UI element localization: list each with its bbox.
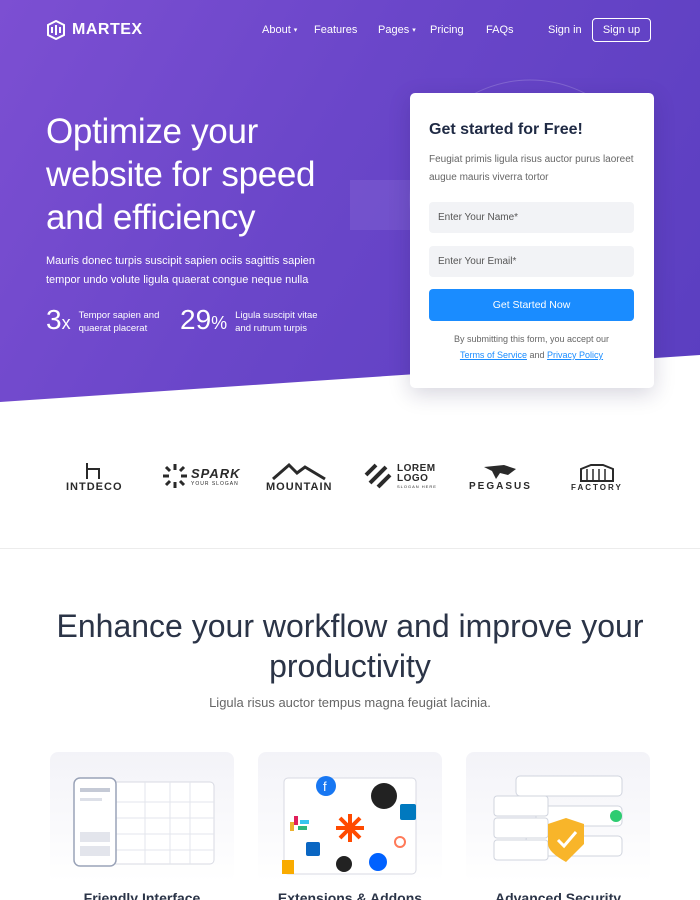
stat-speed: 3x Tempor sapien and quaerat placerat xyxy=(46,303,169,340)
features-subtitle: Ligula risus auctor tempus magna feugiat… xyxy=(209,695,491,710)
hero-title: Optimize your website for speed and effi… xyxy=(46,112,316,237)
brand-pegasus: PEGASUS xyxy=(469,461,532,492)
brand-mountain: MOUNTAIN xyxy=(266,461,332,493)
feature-card-interface xyxy=(50,752,234,882)
pegasus-logo-icon xyxy=(484,465,517,479)
get-started-button[interactable]: Get Started Now xyxy=(429,289,634,321)
features-title: Enhance your workflow and improve your p… xyxy=(56,608,644,684)
brand-logo[interactable]: MARTEX xyxy=(46,20,143,40)
mountain-logo-icon xyxy=(272,462,327,481)
brand-logos-row: INTDECO SPARK YOUR SLOGAN MOUNTAIN LOREM… xyxy=(0,455,700,505)
stat-value: 29% xyxy=(180,304,228,335)
nav-about[interactable]: About ▾ xyxy=(262,24,297,36)
sign-in-link[interactable]: Sign in xyxy=(548,24,582,36)
factory-logo-icon xyxy=(579,464,614,482)
feature-card-security xyxy=(466,752,650,882)
stat-label: Tempor sapien and quaerat placerat xyxy=(78,309,160,334)
privacy-policy-link[interactable]: Privacy Policy xyxy=(547,350,603,360)
sign-up-button[interactable]: Sign up xyxy=(592,18,651,42)
top-navigation: MARTEX About ▾ Features Pages ▾ Pricing … xyxy=(0,0,700,62)
hero-description: Mauris donec turpis suscipit sapien ocii… xyxy=(46,255,316,286)
lorem-logo-icon xyxy=(364,463,392,489)
brand-name: PEGASUS xyxy=(469,481,532,492)
nav-features[interactable]: Features xyxy=(314,24,357,36)
brand-slogan: SLOGAN HERE xyxy=(397,483,437,489)
brand-name: INTDECO xyxy=(66,481,123,493)
feature-title: Advanced Security xyxy=(494,890,622,900)
nav-pricing[interactable]: Pricing xyxy=(430,24,464,36)
brand-name: MOUNTAIN xyxy=(266,481,333,493)
email-field[interactable] xyxy=(429,246,634,277)
brand-lorem-logo: LOREM LOGO SLOGAN HERE xyxy=(364,463,437,489)
brand-name: MARTEX xyxy=(72,21,143,38)
feature-card-extensions: f xyxy=(258,752,442,882)
name-field[interactable] xyxy=(429,202,634,233)
intdeco-logo-icon xyxy=(86,463,101,479)
nav-faqs-label: FAQs xyxy=(486,24,514,36)
brand-name: LOREM LOGO xyxy=(397,462,436,484)
form-description: Feugiat primis ligula risus auctor purus… xyxy=(429,154,634,183)
section-divider xyxy=(0,548,700,549)
svg-text:f: f xyxy=(323,779,327,794)
signup-form-card: Get started for Free! Feugiat primis lig… xyxy=(410,93,654,388)
brand-factory: FACTORY xyxy=(571,461,623,492)
extensions-illustration: f xyxy=(282,776,417,875)
terms-and: and xyxy=(529,350,545,360)
feature-title: Friendly Interface xyxy=(83,890,201,900)
brand-slogan: YOUR SLOGAN xyxy=(191,480,239,487)
brand-name: FACTORY xyxy=(571,483,623,492)
chevron-down-icon: ▾ xyxy=(293,27,298,34)
terms-of-service-link[interactable]: Terms of Service xyxy=(460,350,527,360)
nav-faqs[interactable]: FAQs xyxy=(486,24,514,36)
nav-pricing-label: Pricing xyxy=(430,24,464,36)
chevron-down-icon: ▾ xyxy=(412,27,416,34)
interface-illustration xyxy=(73,777,215,867)
terms-prefix: By submitting this form, you accept our xyxy=(453,334,610,344)
nav-features-label: Features xyxy=(314,24,358,36)
logo-icon xyxy=(47,20,65,40)
nav-pages-label: Pages xyxy=(378,24,410,36)
brand-intdeco: INTDECO xyxy=(66,461,123,493)
form-title: Get started for Free! xyxy=(429,121,583,138)
stat-percent: 29% Ligula suscipit vitae and rutrum tur… xyxy=(180,303,325,340)
security-illustration xyxy=(493,775,623,862)
brand-name: SPARK xyxy=(191,465,241,481)
feature-title: Extensions & Addons xyxy=(277,890,423,900)
spark-logo-icon xyxy=(163,464,187,488)
form-terms: By submitting this form, you accept our … xyxy=(429,331,634,363)
stat-label: Ligula suscipit vitae and rutrum turpis xyxy=(235,309,318,334)
nav-pages[interactable]: Pages ▾ xyxy=(378,24,416,36)
nav-about-label: About xyxy=(262,24,291,36)
stat-value: 3x xyxy=(46,304,71,335)
brand-spark: SPARK YOUR SLOGAN xyxy=(162,463,241,489)
